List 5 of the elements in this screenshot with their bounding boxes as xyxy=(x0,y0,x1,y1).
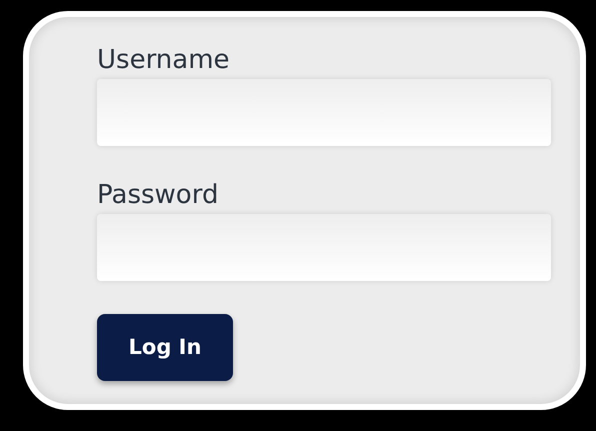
input-field[interactable] xyxy=(97,214,551,281)
field-label: Password xyxy=(97,179,218,212)
input-field[interactable] xyxy=(97,79,551,146)
log-in-button[interactable]: Log In xyxy=(97,314,233,381)
field-label: Username xyxy=(97,44,230,77)
